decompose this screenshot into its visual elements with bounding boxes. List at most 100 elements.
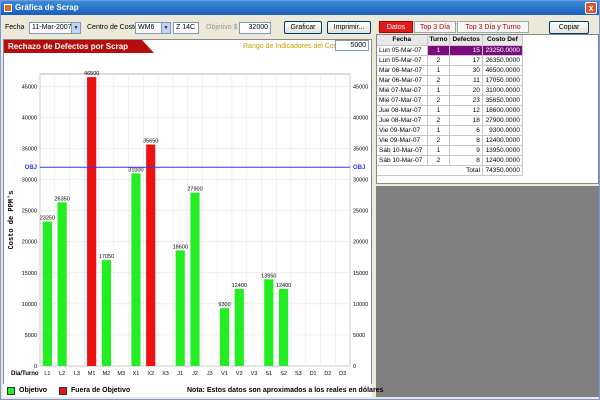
x-tick-label: D1 xyxy=(310,371,317,377)
table-row[interactable]: Sáb 10-Mar-07 1 9 13950.0000 xyxy=(377,145,523,156)
target-label-right: OBJ xyxy=(353,165,365,171)
table-row[interactable]: Lun 05-Mar-07 1 15 23250.0000 xyxy=(377,45,523,56)
table-cell: Sáb 10-Mar-07 xyxy=(377,155,428,166)
x-tick-label: D2 xyxy=(324,371,331,377)
table-cell: Jue 08-Mar-07 xyxy=(377,105,428,116)
bar xyxy=(57,202,67,366)
tab-datos[interactable]: Datos xyxy=(379,21,413,33)
x-tick-label: M2 xyxy=(103,371,111,377)
table-row[interactable]: Jue 08-Mar-07 2 18 27900.0000 xyxy=(377,115,523,126)
legend-label-fuera: Fuera de Objetivo xyxy=(71,387,131,394)
tab-top3-dia-turno[interactable]: Top 3 Día y Turno xyxy=(457,21,529,33)
table-row[interactable]: Mié 07-Mar-07 1 20 31000.0000 xyxy=(377,85,523,96)
table-cell: 1 xyxy=(427,145,451,156)
y-tick-label-left: 45000 xyxy=(22,84,37,90)
bar xyxy=(42,221,52,366)
scrap-chart: 0 0 5000 5000 10000 10000 15000 15000 20000 20000… xyxy=(8,71,368,377)
window-title: Gráfica de Scrap xyxy=(15,3,79,12)
objetivo-field[interactable]: 32000 xyxy=(239,22,271,34)
rango-field[interactable]: 5000 xyxy=(335,40,369,51)
graficar-button[interactable]: Graficar xyxy=(284,21,322,34)
y-tick-label-left: 25000 xyxy=(22,209,37,215)
y-axis-label: Costo de PPM's xyxy=(8,191,16,250)
tab-top3-dia[interactable]: Top 3 Día xyxy=(414,21,456,33)
bar xyxy=(234,288,244,366)
y-tick-label-right: 30000 xyxy=(353,178,368,184)
chart-note: Nota: Estos datos son aproximados a los … xyxy=(187,387,384,394)
x-tick-label: X3 xyxy=(162,371,169,377)
table-cell: Mar 06-Mar-07 xyxy=(377,65,428,76)
x-tick-label: L3 xyxy=(74,371,80,377)
table-row[interactable]: Mar 06-Mar-07 2 11 17050.0000 xyxy=(377,75,523,86)
table-cell: 12400.0000 xyxy=(482,155,523,166)
grid-header-cell[interactable]: Defectos xyxy=(449,35,483,46)
table-row[interactable]: Mié 07-Mar-07 2 23 35650.0000 xyxy=(377,95,523,106)
bar-value-label: 12400 xyxy=(276,283,291,289)
y-tick-label-right: 35000 xyxy=(353,147,368,153)
table-cell: Lun 05-Mar-07 xyxy=(377,45,428,56)
bar xyxy=(175,250,185,366)
x-tick-label: M3 xyxy=(117,371,125,377)
table-row[interactable]: Vie 09-Mar-07 2 8 12400.0000 xyxy=(377,135,523,146)
x-tick-label: D3 xyxy=(339,371,346,377)
bar-value-label: 35650 xyxy=(143,139,158,145)
legend-swatch-objetivo xyxy=(7,387,15,395)
chart-title: Rechazo de Defectos por Scrap xyxy=(4,40,154,53)
fecha-label: Fecha xyxy=(5,24,25,31)
table-cell: Mié 07-Mar-07 xyxy=(377,85,428,96)
total-value: 74350.0000 xyxy=(482,165,523,176)
table-row[interactable]: Lun 05-Mar-07 2 17 26350.0000 xyxy=(377,55,523,66)
table-cell: 2 xyxy=(427,55,451,66)
grid-header-cell[interactable]: Costo Def xyxy=(482,35,523,46)
table-cell: 9 xyxy=(449,145,483,156)
x-tick-label: L1 xyxy=(44,371,50,377)
x-tick-label: J2 xyxy=(192,371,198,377)
chevron-down-icon[interactable]: ▼ xyxy=(71,23,80,33)
table-cell: 12400.0000 xyxy=(482,135,523,146)
table-cell: 6 xyxy=(449,125,483,136)
y-tick-label-left: 10000 xyxy=(22,302,37,308)
table-cell: 15 xyxy=(449,45,483,56)
chevron-down-icon[interactable]: ▼ xyxy=(161,23,170,33)
bar-value-label: 23250 xyxy=(40,216,55,222)
table-cell: 1 xyxy=(427,105,451,116)
table-row[interactable]: Mar 06-Mar-07 1 30 46500.0000 xyxy=(377,65,523,76)
copiar-button[interactable]: Copiar xyxy=(549,21,589,34)
table-cell: 8 xyxy=(449,135,483,146)
grid-header-cell[interactable]: Turno xyxy=(427,35,451,46)
y-tick-label-right: 0 xyxy=(353,364,356,370)
y-tick-label-left: 40000 xyxy=(22,115,37,121)
y-tick-label-left: 5000 xyxy=(25,333,37,339)
legend-label-objetivo: Objetivo xyxy=(19,387,48,394)
bar-value-label: 12400 xyxy=(232,283,247,289)
fecha-select[interactable]: 11-Mar-2007 ▼ xyxy=(29,22,81,34)
table-cell: 8 xyxy=(449,155,483,166)
x-tick-label: S3 xyxy=(295,371,302,377)
imprimir-button[interactable]: Imprimir... xyxy=(327,21,371,34)
grid-header-cell[interactable]: Fecha xyxy=(377,35,428,46)
total-label: Total xyxy=(377,165,483,176)
table-cell: 2 xyxy=(427,115,451,126)
rango-label: Rango de Indicadores del Costo xyxy=(243,43,344,50)
y-tick-label-left: 35000 xyxy=(22,147,37,153)
table-row[interactable]: Vie 09-Mar-07 1 6 9300.0000 xyxy=(377,125,523,136)
target-label-left: OBJ xyxy=(25,165,37,171)
x-tick-label: X2 xyxy=(147,371,154,377)
close-button[interactable]: x xyxy=(585,2,597,14)
table-row[interactable]: Jue 08-Mar-07 1 12 18600.0000 xyxy=(377,105,523,116)
table-cell: 18 xyxy=(449,115,483,126)
table-cell: 27900.0000 xyxy=(482,115,523,126)
bar xyxy=(278,288,289,366)
bar xyxy=(190,192,200,366)
objetivo-label: Objetivo $ xyxy=(206,24,238,31)
centro-select[interactable]: WM6 ▼ xyxy=(135,22,171,34)
bar xyxy=(264,279,274,366)
zone-field[interactable]: Z 14C xyxy=(173,22,199,34)
table-cell: 23250.0000 xyxy=(482,45,523,56)
x-tick-label: V2 xyxy=(236,371,243,377)
table-row[interactable]: Sáb 10-Mar-07 2 8 12400.0000 xyxy=(377,155,523,166)
table-cell: 9300.0000 xyxy=(482,125,523,136)
table-cell: 31000.0000 xyxy=(482,85,523,96)
table-cell: 2 xyxy=(427,155,451,166)
bar xyxy=(101,260,112,366)
